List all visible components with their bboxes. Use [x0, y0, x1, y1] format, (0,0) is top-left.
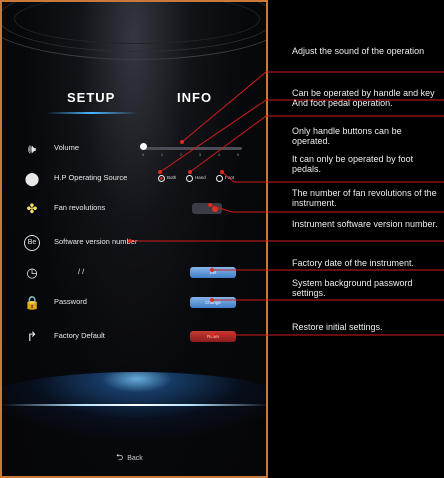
annotation-dot — [210, 333, 214, 337]
annotation-dot — [210, 268, 214, 272]
annotation-dot — [220, 170, 224, 174]
annotation-fan: The number of fan revolutions of the ins… — [292, 188, 437, 208]
annotation-software: Instrument software version number. — [292, 219, 438, 229]
annotation-date: Factory date of the instrument. — [292, 258, 415, 268]
annotation-lines — [128, 71, 444, 337]
annotation-dot — [128, 239, 132, 243]
annotation-dot — [158, 170, 162, 174]
annotation-dot — [180, 140, 184, 144]
annotation-foot: It can only be operated by foot pedals. — [292, 154, 414, 174]
annotation-dot — [208, 203, 212, 207]
annotation-volume: Adjust the sound of the operation — [292, 46, 425, 56]
annotation-hand: Only handle buttons can be operated. — [292, 126, 402, 146]
annotation-factory: Restore initial settings. — [292, 322, 383, 332]
annotation-both: Can be operated by handle and key And fo… — [292, 88, 435, 108]
annotation-dot — [210, 298, 214, 302]
annotation-password: System background password settings. — [292, 278, 413, 298]
annotation-dot — [188, 170, 192, 174]
